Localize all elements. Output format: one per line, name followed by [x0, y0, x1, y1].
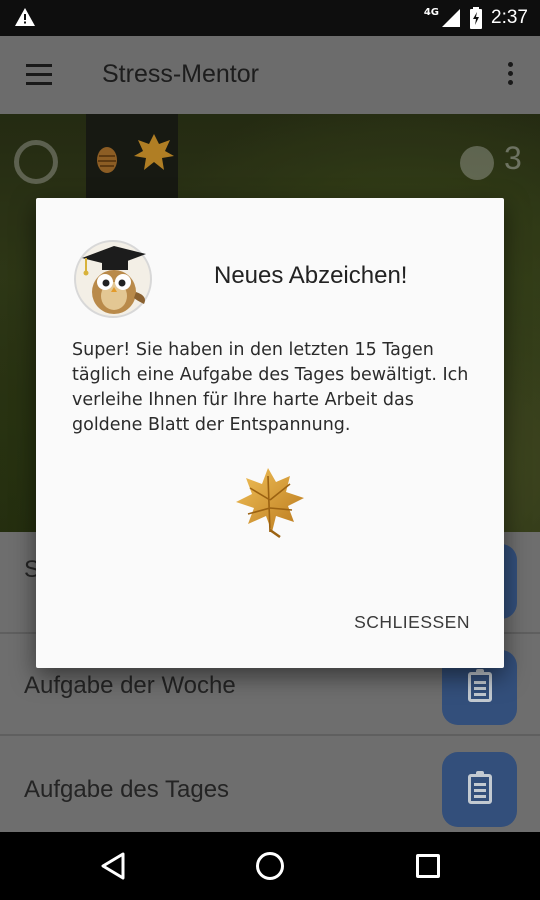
battery-charging-icon [470, 7, 483, 29]
home-icon[interactable] [256, 852, 284, 880]
system-nav-bar [0, 832, 540, 900]
close-button[interactable]: SCHLIESSEN [354, 612, 470, 633]
dialog-message: Super! Sie haben in den letzten 15 Tagen… [72, 340, 469, 435]
network-type-label: 4G [423, 6, 440, 18]
signal-icon [442, 9, 461, 27]
clock: 2:37 [491, 7, 528, 28]
golden-leaf-icon [236, 468, 304, 538]
warning-icon [15, 8, 35, 26]
recents-icon[interactable] [416, 854, 440, 878]
badge-dialog: Neues Abzeichen! Super! Sie haben in den… [36, 198, 504, 668]
owl-graduate-icon [74, 240, 152, 318]
dialog-title: Neues Abzeichen! [214, 262, 408, 289]
back-icon[interactable] [100, 852, 126, 880]
status-bar: 4G 2:37 [0, 0, 540, 36]
